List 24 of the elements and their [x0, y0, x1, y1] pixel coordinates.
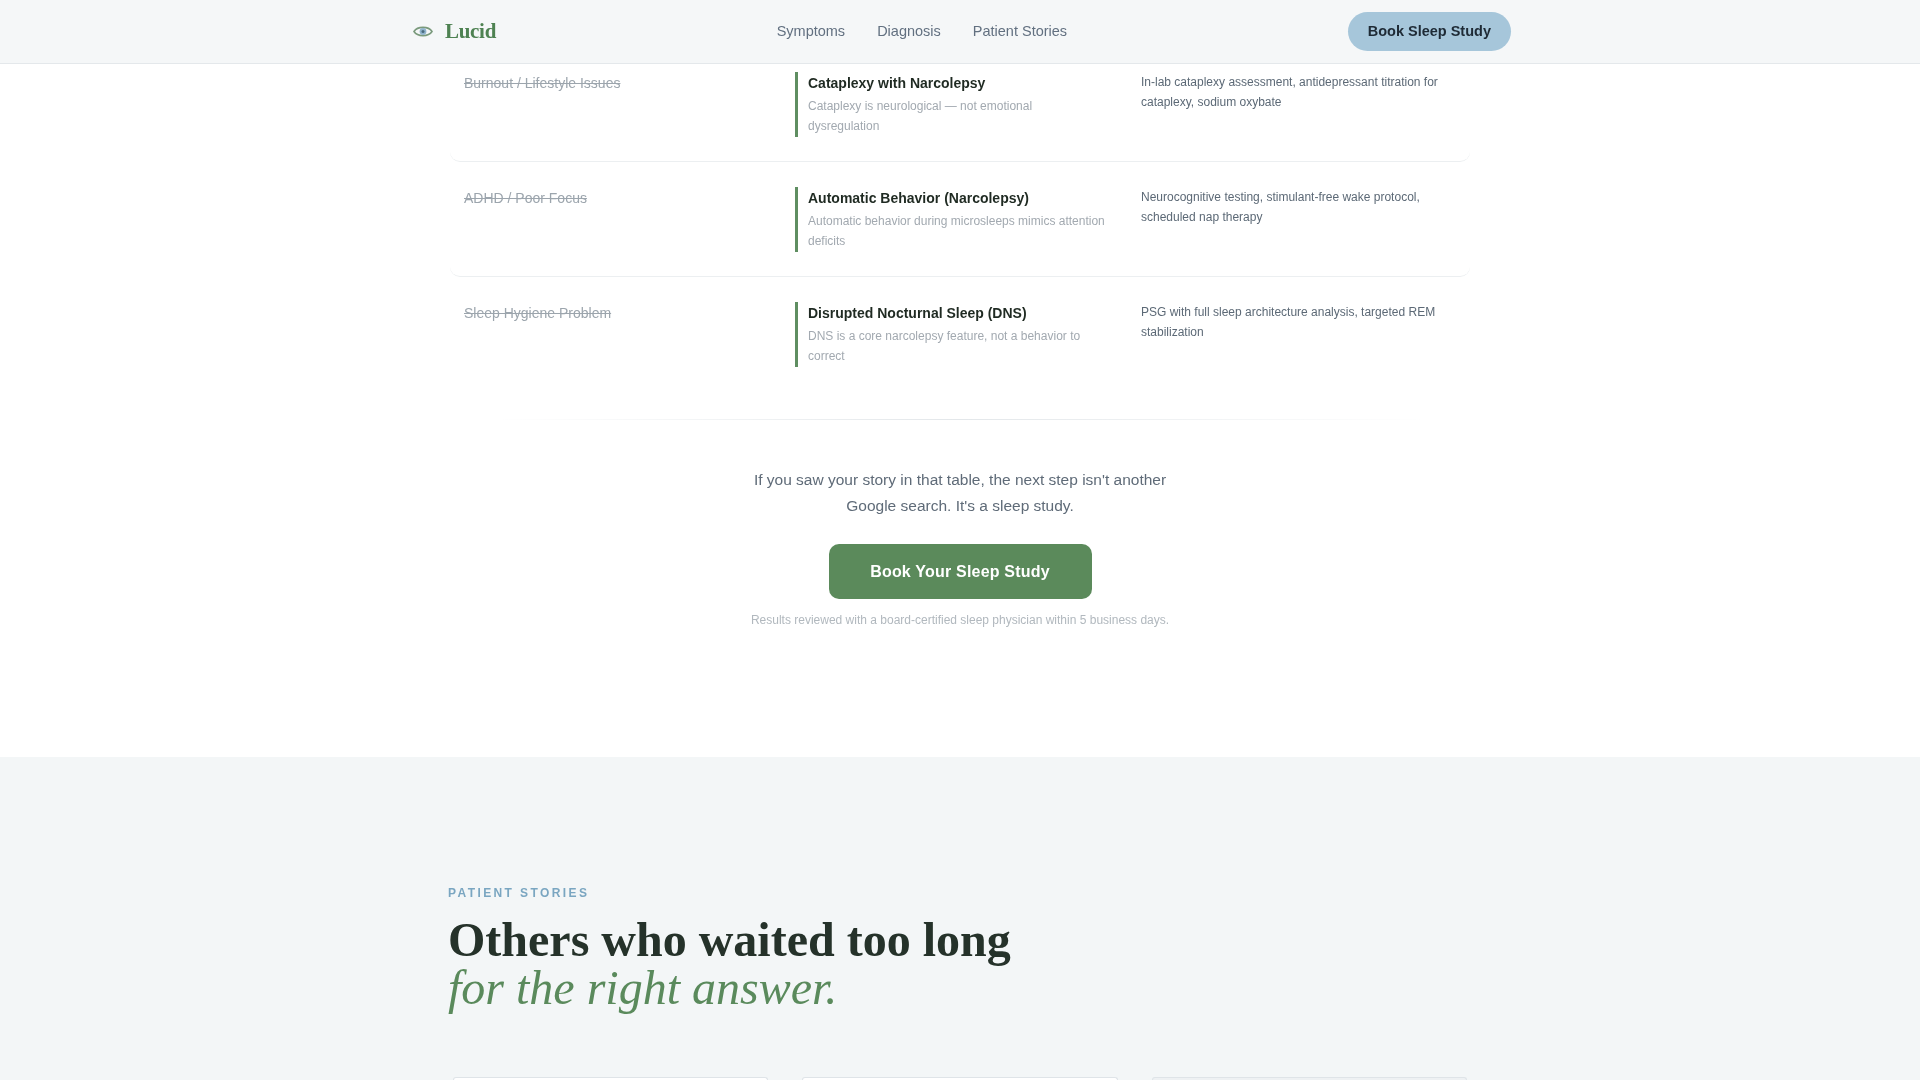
- diagnosis-explanation: Automatic behavior during microsleeps mimics attention deficits: [808, 213, 1106, 250]
- diagnosis-title: Automatic Behavior (Narcolepsy): [808, 189, 1030, 208]
- nav-link[interactable]: Patient Stories: [972, 20, 1068, 43]
- section-heading: Others who waited too long: [448, 916, 1011, 964]
- diagnosis-explanation: Cataplexy is neurological — not emotional dysregulation: [808, 98, 1034, 135]
- eye-icon: [413, 25, 433, 38]
- diagnosis-explanation: DNS is a core narcolepsy feature, not a behavior to correct: [808, 328, 1082, 365]
- section-heading-accent: for the right answer.: [448, 964, 838, 1012]
- book-sleep-study-button[interactable]: Book Sleep Study: [1347, 12, 1511, 51]
- brand-logo[interactable]: Lucid: [445, 15, 497, 48]
- results-note: Results reviewed with a board-certified sleep physician within 5 business days.: [750, 612, 1170, 628]
- nav-link[interactable]: Diagnosis: [877, 20, 941, 43]
- section-eyebrow: PATIENT STORIES: [448, 886, 590, 900]
- diagnosis-title: Disrupted Nocturnal Sleep (DNS): [808, 304, 1028, 323]
- cta-message: If you saw your story in that table, the next step isn't another Google search. It's a sleep study.: [752, 470, 1168, 516]
- treatment-text: PSG with full sleep architecture analysis, targeted REM stabilization: [1141, 304, 1437, 341]
- diagnosis-title: Cataplexy with Narcolepsy: [808, 74, 987, 93]
- misdiagnosis-text: ADHD / Poor Focus: [464, 189, 587, 208]
- misdiagnosis-text: Burnout / Lifestyle Issues: [464, 74, 621, 93]
- treatment-text: In-lab cataplexy assessment, antidepressant titration for cataplexy, sodium oxybate: [1141, 74, 1439, 111]
- misdiagnosis-text: Sleep Hygiene Problem: [464, 304, 612, 323]
- book-your-sleep-study-button[interactable]: Book Your Sleep Study: [828, 544, 1092, 599]
- treatment-text: Neurocognitive testing, stimulant-free wake protocol, scheduled nap therapy: [1141, 189, 1421, 226]
- nav-link[interactable]: Symptoms: [776, 20, 846, 43]
